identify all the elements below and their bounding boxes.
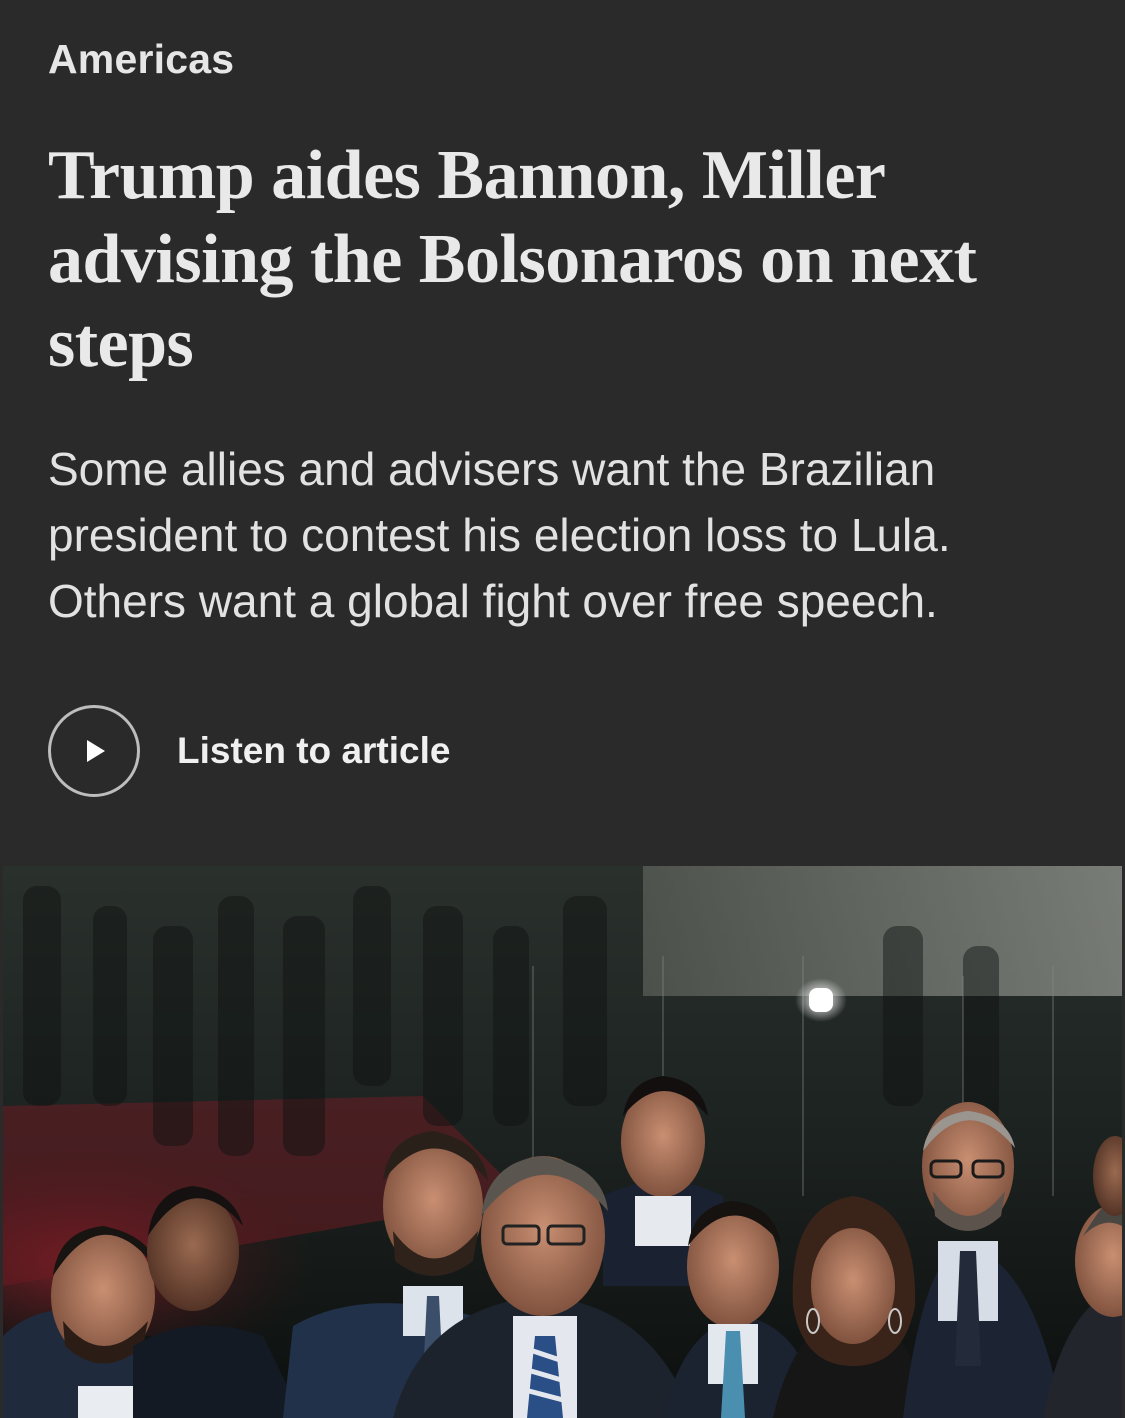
article-headline: Trump aides Bannon, Miller advising the … xyxy=(48,137,977,382)
play-icon[interactable] xyxy=(48,705,140,797)
article-dek: Some allies and advisers want the Brazil… xyxy=(48,443,951,627)
listen-to-article-button[interactable]: Listen to article xyxy=(48,705,450,797)
section-label[interactable]: Americas xyxy=(48,34,234,84)
listen-label: Listen to article xyxy=(177,730,451,771)
article-photo[interactable] xyxy=(3,866,1122,1418)
